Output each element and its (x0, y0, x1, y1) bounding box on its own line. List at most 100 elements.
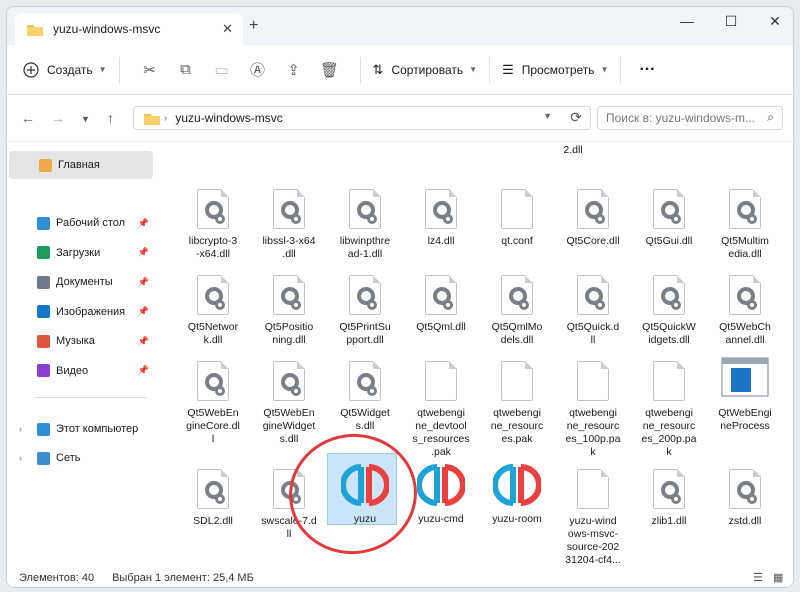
sidebar-item[interactable]: Рабочий стол 📌 (7, 209, 151, 237)
file-item[interactable]: qtwebengi ne_resourc es_200p.pa k (633, 347, 705, 458)
minimize-button[interactable]: — (667, 13, 707, 29)
file-item[interactable]: yuzu-room (481, 455, 553, 565)
navigation-pane: Главная Рабочий стол 📌 Загрузки 📌 Документы 📌… (7, 143, 155, 575)
pin-icon[interactable]: 📌 (138, 247, 149, 258)
file-label: Qt5Quick.d ll (566, 321, 620, 346)
file-item[interactable]: yuzu-wind ows-msvc- source-202 31204-cf4… (557, 455, 629, 566)
sidebar-item[interactable]: Документы 📌 (7, 268, 151, 296)
copy-icon[interactable]: ⧉ (168, 54, 204, 86)
details-view-icon[interactable]: ☰ (753, 571, 763, 584)
file-item[interactable]: zstd.dll (709, 455, 781, 565)
tiles-view-icon[interactable]: ▦ (773, 571, 783, 584)
sort-label: Сортировать (391, 62, 464, 77)
search-input[interactable]: Поиск в: yuzu-windows-m... ⌕ (597, 106, 783, 130)
home-icon (39, 158, 52, 172)
sidebar-item[interactable]: Музыка 📌 (7, 327, 151, 355)
file-item[interactable]: qtwebengi ne_resourc es_100p.pa k (557, 347, 629, 458)
view-label: Просмотреть (521, 62, 595, 77)
sidebar-item-this-pc[interactable]: › Этот компьютер (7, 415, 151, 443)
file-item[interactable]: SDL2.dll (177, 455, 249, 565)
dll-file-icon (197, 361, 229, 401)
toolbar-divider (489, 56, 491, 83)
sidebar-divider (35, 397, 147, 398)
file-item[interactable]: qtwebengi ne_resourc es.pak (481, 347, 553, 457)
selection-info: Выбран 1 элемент: 25,4 МБ (112, 572, 254, 584)
file-item[interactable]: qtwebengi ne_devtool s_resources .pak (405, 347, 477, 458)
cut-icon[interactable]: ✂ (132, 54, 168, 86)
maximize-button[interactable]: ☐ (711, 13, 751, 30)
dll-file-icon (273, 361, 305, 401)
dll-file-icon (577, 189, 609, 229)
sidebar-item[interactable]: Изображения 📌 (7, 298, 151, 326)
file-label: Qt5Networ k.dll (187, 321, 239, 346)
file-label: lz4.dll (427, 235, 455, 247)
dll-file-icon (729, 275, 761, 315)
recent-chevron-icon[interactable]: ▼ (81, 114, 90, 124)
paste-icon[interactable]: ▭ (204, 54, 240, 86)
refresh-icon[interactable]: ⟳ (570, 109, 582, 126)
tab-yuzu-windows-msvc[interactable]: yuzu-windows-msvc ✕ (15, 13, 243, 45)
sidebar-item-label: Сеть (56, 452, 81, 464)
file-item[interactable]: Qt5WebEn gineWidget s.dll (253, 347, 325, 457)
pin-icon[interactable]: 📌 (138, 306, 149, 317)
sidebar-item-label: Музыка (56, 335, 95, 347)
file-label: Qt5Widget s.dll (340, 407, 390, 432)
close-window-button[interactable]: ✕ (755, 13, 793, 30)
up-arrow-icon[interactable]: ↑ (107, 110, 114, 126)
view-button[interactable]: ☰ Просмотреть ▼ (502, 54, 608, 86)
file-item[interactable]: Qt5WebEn gineCore.dl l (177, 347, 249, 457)
file-icon (501, 361, 533, 401)
yuzu-logo-icon (416, 464, 466, 506)
file-icon (425, 361, 457, 401)
pin-icon[interactable]: 📌 (138, 365, 149, 376)
file-item[interactable]: QtWebEngi neProcess (709, 347, 781, 457)
delete-icon[interactable]: 🗑 (312, 54, 348, 86)
file-label: Qt5QuickW idgets.dll (642, 321, 696, 346)
share-icon[interactable]: ⇪ (276, 54, 312, 86)
expand-chevron-icon[interactable]: › (19, 453, 22, 463)
back-arrow-icon[interactable]: ← (21, 110, 35, 126)
forward-arrow-icon[interactable]: → (51, 110, 65, 126)
tab-title: yuzu-windows-msvc (53, 22, 161, 36)
new-tab-button[interactable]: + (249, 17, 258, 35)
file-label: ...64_1_0 2.dll (563, 144, 583, 156)
sort-button[interactable]: ⇅ Сортировать ▼ (373, 54, 478, 86)
sidebar-item-label: Этот компьютер (56, 423, 139, 435)
rename-icon[interactable]: Ⓐ (240, 54, 276, 86)
chevron-down-icon: ▼ (469, 65, 478, 74)
breadcrumb-current[interactable]: yuzu-windows-msvc (175, 111, 282, 125)
more-button[interactable]: ··· (633, 54, 661, 86)
view-icon: ☰ (502, 61, 514, 77)
yuzu-logo-icon (492, 464, 542, 506)
file-label: SDL2.dll (193, 515, 233, 527)
sidebar-item[interactable]: Видео 📌 (7, 357, 151, 385)
file-icon (577, 469, 609, 509)
file-item-partial[interactable]: ...64_1_0 2.dll (537, 143, 609, 171)
file-label: libssl-3-x64 .dll (262, 235, 316, 260)
address-bar-row: ← → ▼ ↑ › yuzu-windows-msvc ▼ ⟳ Поиск в:… (7, 96, 793, 142)
address-dropdown-icon[interactable]: ▼ (543, 111, 552, 121)
pin-icon[interactable]: 📌 (138, 336, 149, 347)
search-icon: ⌕ (767, 110, 774, 124)
sidebar-item-home[interactable]: Главная (9, 151, 153, 179)
dll-file-icon (729, 469, 761, 509)
pin-icon[interactable]: 📌 (138, 218, 149, 229)
sidebar-item-label: Рабочий стол (56, 217, 126, 229)
dll-file-icon (197, 275, 229, 315)
sidebar-item[interactable]: Загрузки 📌 (7, 239, 151, 267)
file-item[interactable]: zlib1.dll (633, 455, 705, 565)
explorer-window: yuzu-windows-msvc ✕ + — ☐ ✕ Создать ▼ ✂ … (6, 6, 794, 588)
file-item[interactable]: yuzu-cmd (405, 455, 477, 565)
address-field[interactable]: › yuzu-windows-msvc ▼ ⟳ (133, 106, 591, 130)
expand-chevron-icon[interactable]: › (19, 424, 22, 434)
sort-icon: ⇅ (372, 61, 384, 77)
file-label: zstd.dll (728, 515, 762, 527)
file-label: qtwebengi ne_resourc es.pak (490, 407, 544, 445)
file-label: Qt5PrintSu pport.dll (339, 321, 391, 346)
sidebar-item-network[interactable]: › Сеть (7, 444, 151, 472)
pin-icon[interactable]: 📌 (138, 277, 149, 288)
create-button[interactable]: Создать ▼ (23, 54, 107, 86)
file-label: yuzu-cmd (418, 513, 464, 525)
tab-close-icon[interactable]: ✕ (222, 21, 233, 37)
folder-icon (37, 334, 50, 348)
